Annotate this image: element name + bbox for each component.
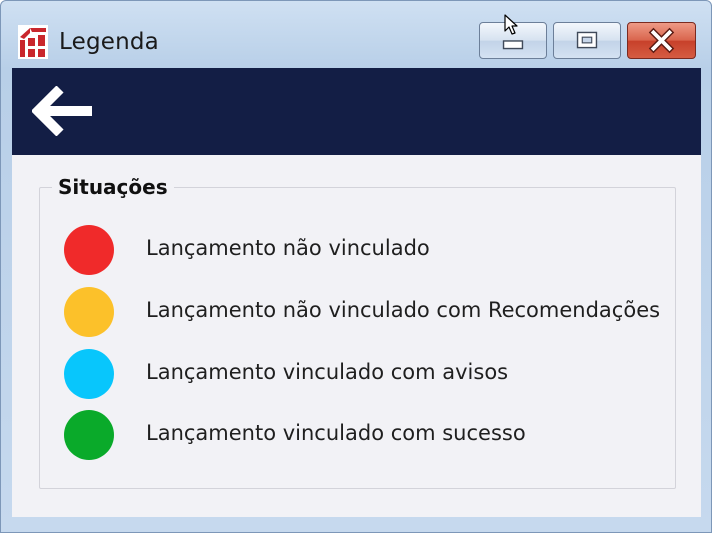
status-dot-red	[64, 225, 114, 275]
legend-item-label: Lançamento vinculado com avisos	[146, 360, 509, 384]
group-title: Situações	[52, 175, 174, 199]
legend-item-label: Lançamento não vinculado com Recomendaçõ…	[146, 298, 661, 322]
legend-item: Lançamento não vinculado com Recomendaçõ…	[64, 287, 664, 337]
close-button[interactable]	[627, 22, 696, 59]
status-dot-yellow	[64, 287, 114, 337]
close-icon	[648, 27, 675, 54]
app-logo-icon	[18, 25, 48, 59]
arrow-left-icon[interactable]	[32, 86, 94, 136]
mouse-cursor-icon	[504, 14, 518, 35]
title-bar[interactable]: Legenda	[1, 1, 711, 67]
legend-item-label: Lançamento vinculado com sucesso	[146, 421, 526, 445]
legend-item-label: Lançamento não vinculado	[146, 236, 430, 260]
situations-group: Situações Lançamento não vinculado Lança…	[39, 175, 676, 489]
legend-item: Lançamento vinculado com avisos	[64, 349, 664, 399]
window-title: Legenda	[59, 29, 159, 55]
status-dot-green	[64, 410, 114, 460]
maximize-button[interactable]	[553, 22, 621, 59]
legend-item: Lançamento não vinculado	[64, 225, 664, 275]
legend-item: Lançamento vinculado com sucesso	[64, 410, 664, 460]
status-dot-blue	[64, 349, 114, 399]
legend-window: Legenda Situações Lançamento não vincula…	[0, 0, 712, 533]
content-panel: Situações Lançamento não vinculado Lança…	[12, 155, 701, 517]
header-bar	[12, 68, 701, 155]
maximize-icon	[576, 31, 598, 49]
